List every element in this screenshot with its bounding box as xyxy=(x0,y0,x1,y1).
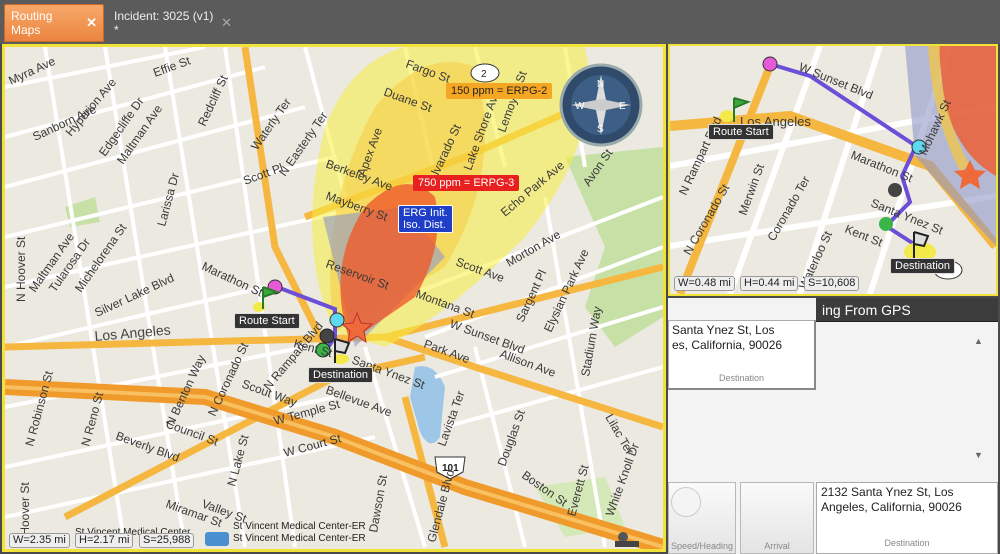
svg-text:S: S xyxy=(597,124,604,135)
card-label: Destination xyxy=(884,538,930,548)
poi-label: St Vincent Medical Center-ER xyxy=(233,521,366,532)
routing-panel: ing From GPS Santa Ynez St, Los es, Cali… xyxy=(668,298,998,554)
destination-card[interactable]: Santa Ynez St, Los es, California, 90026… xyxy=(668,320,816,390)
address-line: Angeles, California, 90026 xyxy=(821,500,962,514)
compass-icon[interactable]: N S E W xyxy=(559,63,643,147)
close-icon[interactable]: ✕ xyxy=(221,15,232,31)
scale-height: H=0.44 mi xyxy=(740,276,799,291)
svg-text:E: E xyxy=(619,101,626,112)
tab-incident[interactable]: Incident: 3025 (v1) * ✕ xyxy=(108,4,238,42)
scale-ratio: S=10,608 xyxy=(804,276,860,291)
location-pin-icon xyxy=(618,532,628,542)
mini-map[interactable]: 2 W Sunset Blvd Los Angeles N Rampart Bl… xyxy=(668,44,998,296)
waypoint-marker[interactable] xyxy=(879,217,893,231)
svg-text:2: 2 xyxy=(481,69,487,80)
poi-label: St Vincent Medical Center-ER xyxy=(233,533,366,544)
hospital-icon xyxy=(205,532,229,546)
vehicle-icon xyxy=(615,541,639,547)
address-line: Santa Ynez St, Los xyxy=(672,323,775,337)
destination-label: Destination xyxy=(308,367,374,383)
gauge-icon xyxy=(671,487,701,517)
scroll-up-arrow[interactable]: ▲ xyxy=(974,336,983,346)
erg-isolation-label: ERG Init. Iso. Dist. xyxy=(398,205,453,233)
route-start-label: Route Start xyxy=(708,124,774,140)
scale-height: H=2.17 mi xyxy=(75,533,134,548)
scale-ratio: S=25,988 xyxy=(139,533,195,548)
main-map[interactable]: 101 2 Myra Ave Sanborn Ave Hyperion Ave … xyxy=(2,44,666,552)
erpg3-label: 750 ppm = ERPG-3 xyxy=(413,175,520,191)
erpg2-label: 150 ppm = ERPG-2 xyxy=(446,83,553,99)
close-icon[interactable]: ✕ xyxy=(86,15,97,31)
address-line: es, California, 90026 xyxy=(672,338,783,352)
tab-routing-maps[interactable]: Routing Maps ✕ xyxy=(4,4,104,42)
street-label: N Hoover St xyxy=(14,236,28,302)
tab-bar: Routing Maps ✕ Incident: 3025 (v1) * ✕ xyxy=(0,0,1000,44)
scroll-down-arrow[interactable]: ▼ xyxy=(974,450,983,460)
destination-card[interactable]: 2132 Santa Ynez St, Los Angeles, Califor… xyxy=(816,482,998,554)
tab-label: Routing Maps xyxy=(11,9,53,37)
svg-text:N: N xyxy=(597,79,604,90)
scale-width: W=0.48 mi xyxy=(674,276,735,291)
arrival-button[interactable]: Arrival xyxy=(740,482,814,554)
tab-label: Incident: 3025 (v1) * xyxy=(114,9,214,37)
scale-width: W=2.35 mi xyxy=(9,533,70,548)
panel-header: ing From GPS xyxy=(816,298,998,322)
main-map-canvas: 101 2 Myra Ave Sanborn Ave Hyperion Ave … xyxy=(5,47,663,549)
mini-map-canvas: 2 W Sunset Blvd Los Angeles N Rampart Bl… xyxy=(670,46,996,294)
route-start-label: Route Start xyxy=(234,313,300,329)
address-line: 2132 Santa Ynez St, Los xyxy=(821,485,954,499)
card-label: Destination xyxy=(718,373,765,383)
speed-heading-button[interactable]: Speed/Heading xyxy=(668,482,736,554)
waypoint-marker[interactable] xyxy=(329,312,345,328)
waypoint-marker[interactable] xyxy=(762,56,778,72)
svg-text:W: W xyxy=(575,101,585,112)
waypoint-marker[interactable] xyxy=(888,183,902,197)
destination-label: Destination xyxy=(890,258,956,274)
